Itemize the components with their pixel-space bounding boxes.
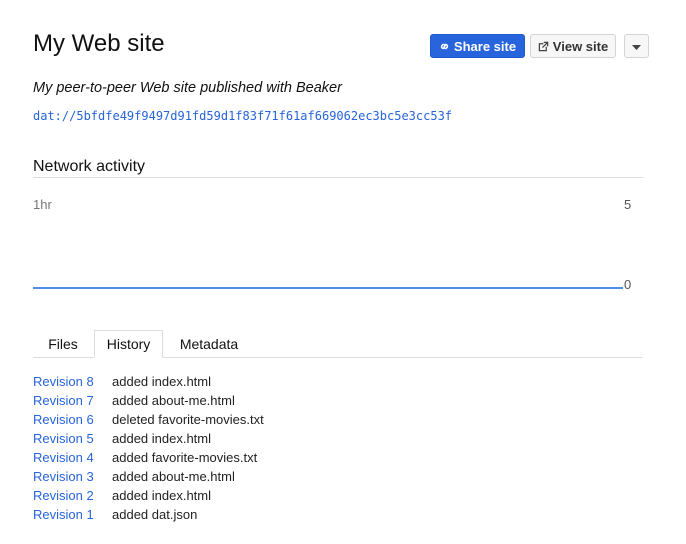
- history-row: Revision 7 added about-me.html: [33, 391, 264, 410]
- network-activity-heading: Network activity: [33, 158, 146, 175]
- history-row: Revision 5 added index.html: [33, 429, 264, 448]
- revision-message: added dat.json: [112, 507, 198, 522]
- tab-metadata-label: Metadata: [179, 335, 239, 352]
- site-description: My peer-to-peer Web site published with …: [33, 80, 342, 96]
- tab-metadata[interactable]: Metadata: [165, 330, 253, 357]
- history-row: Revision 2 added index.html: [33, 486, 264, 505]
- history-row: Revision 4 added favorite-movies.txt: [33, 448, 264, 467]
- tab-history-label: History: [106, 336, 151, 352]
- network-activity-chart: [33, 287, 623, 289]
- view-site-button[interactable]: View site: [530, 34, 616, 58]
- dat-url-link[interactable]: dat://5bfdfe49f9497d91fd59d1f83f71f61af6…: [33, 109, 479, 123]
- section-divider: [33, 177, 643, 178]
- history-list: Revision 8 added index.html Revision 7 a…: [33, 372, 264, 524]
- caret-down-icon: [632, 39, 641, 54]
- revision-message: deleted favorite-movies.txt: [112, 412, 264, 427]
- share-site-button[interactable]: Share site: [430, 34, 525, 58]
- history-row: Revision 8 added index.html: [33, 372, 264, 391]
- revision-message: added index.html: [112, 488, 212, 503]
- y-axis-min-label: 0: [624, 277, 632, 292]
- tab-history[interactable]: History: [94, 330, 163, 358]
- revision-link[interactable]: Revision 4: [33, 450, 112, 465]
- external-link-icon: [538, 41, 549, 52]
- revision-link[interactable]: Revision 5: [33, 431, 112, 446]
- view-site-label: View site: [552, 38, 609, 54]
- revision-link[interactable]: Revision 2: [33, 488, 112, 503]
- revision-link[interactable]: Revision 3: [33, 469, 112, 484]
- revision-link[interactable]: Revision 1: [33, 507, 112, 522]
- revision-message: added favorite-movies.txt: [112, 450, 258, 465]
- history-row: Revision 6 deleted favorite-movies.txt: [33, 410, 264, 429]
- revision-message: added about-me.html: [112, 469, 235, 484]
- revision-message: added index.html: [112, 374, 212, 389]
- site-actions: Share site View site: [430, 34, 649, 58]
- revision-message: added about-me.html: [112, 393, 235, 408]
- site-title: My Web site: [33, 30, 165, 57]
- link-icon: [439, 41, 450, 52]
- y-axis-max-label: 5: [624, 197, 632, 212]
- history-row: Revision 3 added about-me.html: [33, 467, 264, 486]
- history-row: Revision 1 added dat.json: [33, 505, 264, 524]
- revision-message: added index.html: [112, 431, 212, 446]
- revision-link[interactable]: Revision 8: [33, 374, 112, 389]
- revision-link[interactable]: Revision 6: [33, 412, 112, 427]
- share-site-label: Share site: [453, 38, 517, 54]
- more-options-button[interactable]: [624, 34, 649, 58]
- revision-link[interactable]: Revision 7: [33, 393, 112, 408]
- tab-files[interactable]: Files: [33, 330, 93, 357]
- tab-files-label: Files: [48, 335, 78, 352]
- tab-bar: Files History Metadata: [33, 330, 643, 358]
